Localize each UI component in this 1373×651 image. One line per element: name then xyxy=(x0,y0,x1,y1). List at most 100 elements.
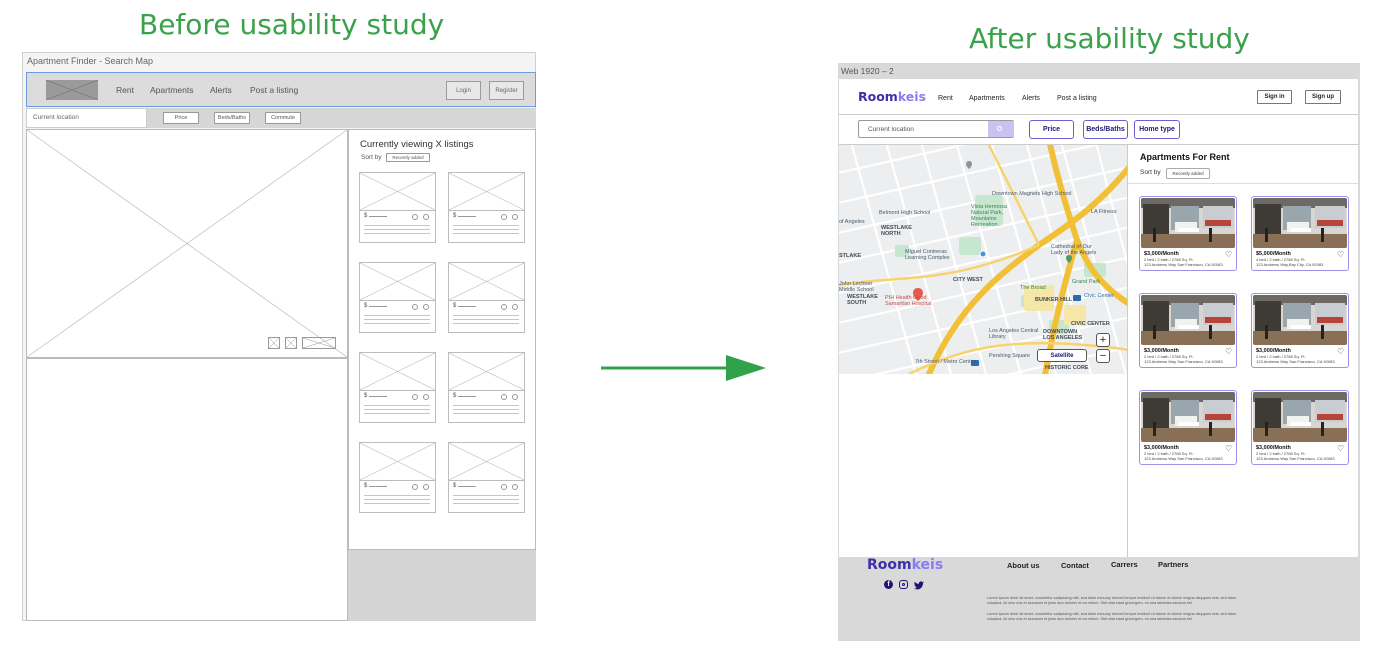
wf-listing-card[interactable]: $ xyxy=(359,172,436,243)
wf-listing-card[interactable]: $ xyxy=(359,442,436,513)
hifi-nav-alerts[interactable]: Alerts xyxy=(1022,95,1040,102)
zoom-in-button[interactable]: + xyxy=(1096,333,1110,347)
hifi-nav-post-listing[interactable]: Post a listing xyxy=(1057,95,1097,102)
wf-card-favorite-icon[interactable] xyxy=(423,394,429,400)
hifi-filter-beds-baths[interactable]: Beds/Baths xyxy=(1083,120,1128,139)
wf-listing-card[interactable]: $ xyxy=(448,172,525,243)
wf-nav-rent[interactable]: Rent xyxy=(116,85,134,95)
wf-card-share-icon[interactable] xyxy=(501,394,507,400)
wf-card-price: $ xyxy=(453,483,457,489)
map-label: LA Fitness xyxy=(1091,209,1117,215)
logo-part-1: Room xyxy=(858,89,898,104)
wf-card-favorite-icon[interactable] xyxy=(512,394,518,400)
map-label: Grand Park xyxy=(1072,279,1101,285)
heart-icon[interactable]: ♡ xyxy=(1225,444,1232,453)
wf-card-favorite-icon[interactable] xyxy=(512,214,518,220)
hifi-nav-rent[interactable]: Rent xyxy=(938,95,953,102)
zoom-out-button[interactable]: − xyxy=(1096,349,1110,363)
map-label: PIH Health Good Samaritan Hospital xyxy=(885,295,932,307)
wf-card-share-icon[interactable] xyxy=(412,304,418,310)
hifi-filter-price[interactable]: Price xyxy=(1029,120,1074,139)
map-label: CIVIC CENTER xyxy=(1071,321,1110,327)
listing-card[interactable]: $3,000/Month 2 bed / 2 bath / 2768 Sq. F… xyxy=(1139,293,1237,368)
footer-link-careers[interactable]: Carrers xyxy=(1111,560,1138,569)
footer-link-contact[interactable]: Contact xyxy=(1061,561,1089,570)
hifi-nav-apartments[interactable]: Apartments xyxy=(969,95,1005,102)
map-label: Miguel Contreras Learning Complex xyxy=(905,249,950,261)
wf-card-share-icon[interactable] xyxy=(501,214,507,220)
wf-card-text-line xyxy=(364,229,430,230)
wf-card-favorite-icon[interactable] xyxy=(423,214,429,220)
hifi-sort-select[interactable]: Recently added xyxy=(1166,168,1210,179)
listing-card[interactable]: $3,000/Month 2 bed / 2 bath / 2768 Sq. F… xyxy=(1139,390,1237,465)
wf-left-blank xyxy=(26,358,348,621)
location-search-button[interactable] xyxy=(988,121,1014,137)
wf-map-placeholder[interactable] xyxy=(26,129,348,358)
wf-login-button[interactable]: Login xyxy=(446,81,481,100)
wf-filter-beds-baths[interactable]: Beds/Baths xyxy=(214,112,250,124)
footer-link-about[interactable]: About us xyxy=(1007,561,1040,570)
sign-in-button[interactable]: Sign in xyxy=(1257,90,1292,104)
wf-register-button[interactable]: Register xyxy=(489,81,524,100)
map-label: Los Angeles Central Library xyxy=(989,328,1039,340)
hifi-location-input[interactable]: Current location xyxy=(858,120,1014,138)
wf-nav-post-listing[interactable]: Post a listing xyxy=(250,85,298,95)
wf-card-share-icon[interactable] xyxy=(412,394,418,400)
wf-map-control-2[interactable] xyxy=(285,337,297,349)
wf-card-price: $ xyxy=(453,303,457,309)
sign-up-button[interactable]: Sign up xyxy=(1305,90,1341,104)
wf-location-input[interactable]: Current location xyxy=(26,108,147,128)
wf-nav-apartments[interactable]: Apartments xyxy=(150,85,193,95)
facebook-icon[interactable]: f xyxy=(884,580,893,589)
wf-card-favorite-icon[interactable] xyxy=(512,484,518,490)
apartment-photo xyxy=(1253,295,1347,345)
wf-card-favorite-icon[interactable] xyxy=(423,304,429,310)
wf-card-share-icon[interactable] xyxy=(412,214,418,220)
wf-card-text-line xyxy=(364,225,430,226)
hifi-map[interactable]: Downtown Magnets High School Vista Hermo… xyxy=(839,145,1127,374)
footer-link-partners[interactable]: Partners xyxy=(1158,560,1188,569)
logo-part-2: keis xyxy=(897,89,927,104)
wf-listing-card[interactable]: $ xyxy=(448,262,525,333)
wf-nav-alerts[interactable]: Alerts xyxy=(210,85,232,95)
wf-card-share-icon[interactable] xyxy=(501,304,507,310)
wf-card-share-icon[interactable] xyxy=(501,484,507,490)
twitter-icon[interactable] xyxy=(914,581,924,590)
wf-card-text-line xyxy=(453,503,519,504)
wf-card-share-icon[interactable] xyxy=(412,484,418,490)
wf-filter-commute[interactable]: Commute xyxy=(265,112,301,124)
wf-card-text-line xyxy=(453,405,519,406)
wf-listing-card[interactable]: $ xyxy=(448,442,525,513)
wf-card-text-line xyxy=(453,315,519,316)
listing-card[interactable]: $3,000/Month 2 bed / 2 bath / 2768 Sq. F… xyxy=(1139,196,1237,271)
heart-icon[interactable]: ♡ xyxy=(1225,347,1232,356)
wf-card-favorite-icon[interactable] xyxy=(423,484,429,490)
heart-icon[interactable]: ♡ xyxy=(1337,444,1344,453)
heart-icon[interactable]: ♡ xyxy=(1225,250,1232,259)
hifi-filter-home-type[interactable]: Home type xyxy=(1134,120,1180,139)
heart-icon[interactable]: ♡ xyxy=(1337,347,1344,356)
instagram-icon[interactable] xyxy=(899,580,908,589)
heart-icon[interactable]: ♡ xyxy=(1337,250,1344,259)
apartment-photo xyxy=(1141,198,1235,248)
hifi-logo[interactable]: Roomkeis xyxy=(858,89,926,104)
wf-card-favorite-icon[interactable] xyxy=(512,304,518,310)
wf-listing-card[interactable]: $ xyxy=(359,262,436,333)
footer-logo[interactable]: Roomkeis xyxy=(867,557,943,573)
map-label: 7th Street / Metro Center xyxy=(915,359,976,365)
listing-card[interactable]: $3,000/Month 2 bed / 2 bath / 2768 Sq. F… xyxy=(1251,390,1349,465)
wf-listing-card[interactable]: $ xyxy=(359,352,436,423)
apartment-photo xyxy=(1141,392,1235,442)
wf-filter-price[interactable]: Price xyxy=(163,112,199,124)
wf-card-price-line xyxy=(369,396,387,397)
wf-map-control-1[interactable] xyxy=(268,337,280,349)
wf-card-text-line xyxy=(453,495,519,496)
listing-card[interactable]: $5,000/Month 4 bed / 2 bath / 2768 Sq. F… xyxy=(1251,196,1349,271)
map-label: WESTLAKE SOUTH xyxy=(847,294,878,306)
wf-map-control-3[interactable] xyxy=(302,337,336,349)
satellite-toggle[interactable]: Satellite xyxy=(1037,349,1087,362)
wf-listing-card[interactable]: $ xyxy=(448,352,525,423)
listing-card[interactable]: $3,000/Month 2 bed / 2 bath / 2768 Sq. F… xyxy=(1251,293,1349,368)
wf-card-text-line xyxy=(364,409,430,410)
wf-sort-select[interactable]: Recently added xyxy=(386,153,430,162)
